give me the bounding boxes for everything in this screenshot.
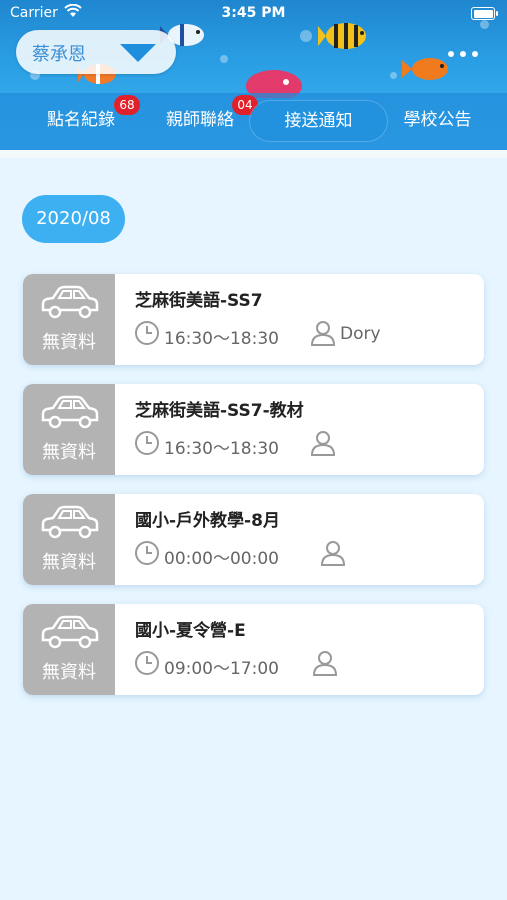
student-selector[interactable]: 蔡承恩 xyxy=(16,30,176,74)
person-icon xyxy=(312,651,338,676)
person-icon xyxy=(320,541,346,566)
battery-icon xyxy=(471,7,498,20)
bubble-decoration xyxy=(300,30,312,42)
dropdown-arrow-icon xyxy=(120,44,156,62)
card-title: 國小-戶外教學-8月 xyxy=(135,511,280,531)
clock-icon xyxy=(135,541,159,565)
tab-label: 學校公告 xyxy=(403,110,472,130)
car-icon xyxy=(41,615,99,649)
card-status-panel: 無資料 xyxy=(23,384,115,475)
status-bar: Carrier 3:45 PM xyxy=(0,0,507,28)
card-title: 芝麻街美語-SS7 xyxy=(135,291,263,311)
status-label: 無資料 xyxy=(42,442,96,463)
car-icon xyxy=(41,285,99,319)
pickup-card[interactable]: 無資料 芝麻街美語-SS7-教材 16:30～18:30 xyxy=(23,384,484,475)
tab-bar: 點名紀錄 68 親師聯絡 04 接送通知 學校公告 xyxy=(0,93,507,150)
card-status-panel: 無資料 xyxy=(23,274,115,365)
card-time: 09:00～17:00 xyxy=(164,659,279,679)
month-label: 2020/08 xyxy=(22,195,125,243)
bubble-decoration xyxy=(220,55,228,63)
clock-icon xyxy=(135,321,159,345)
tab-badge: 68 xyxy=(114,95,140,115)
tab-label: 點名紀錄 xyxy=(47,110,115,130)
tab-pickup-notice[interactable]: 接送通知 xyxy=(250,101,387,141)
pickup-card[interactable]: 無資料 國小-夏令營-E 09:00～17:00 xyxy=(23,604,484,695)
car-icon xyxy=(41,505,99,539)
card-time: 16:30～18:30 xyxy=(164,439,279,459)
clock-icon xyxy=(135,651,159,675)
pickup-card[interactable]: 無資料 芝麻街美語-SS7 16:30～18:30 Dory xyxy=(23,274,484,365)
clock-icon xyxy=(135,431,159,455)
bubble-decoration xyxy=(390,72,397,79)
card-title: 芝麻街美語-SS7-教材 xyxy=(135,401,304,421)
status-label: 無資料 xyxy=(42,662,96,683)
car-icon xyxy=(41,395,99,429)
card-teacher: Dory xyxy=(340,324,381,344)
status-label: 無資料 xyxy=(42,552,96,573)
card-status-panel: 無資料 xyxy=(23,604,115,695)
tab-label: 親師聯絡 xyxy=(166,110,234,130)
card-status-panel: 無資料 xyxy=(23,494,115,585)
header-divider xyxy=(0,150,507,158)
tab-label: 接送通知 xyxy=(284,111,353,131)
card-time: 16:30～18:30 xyxy=(164,329,279,349)
pickup-card[interactable]: 無資料 國小-戶外教學-8月 00:00～00:00 xyxy=(23,494,484,585)
status-label: 無資料 xyxy=(42,332,96,353)
person-icon xyxy=(310,431,336,456)
more-icon[interactable] xyxy=(448,42,484,61)
card-title: 國小-夏令營-E xyxy=(135,621,246,641)
person-icon xyxy=(310,321,336,346)
card-time: 00:00～00:00 xyxy=(164,549,279,569)
student-name: 蔡承恩 xyxy=(32,44,86,65)
status-time: 3:45 PM xyxy=(221,5,286,21)
header: Carrier 3:45 PM 蔡承恩 點名紀錄 68 親師聯絡 04 接送通知… xyxy=(0,0,507,152)
tab-school-announcement[interactable]: 學校公告 xyxy=(384,93,491,150)
